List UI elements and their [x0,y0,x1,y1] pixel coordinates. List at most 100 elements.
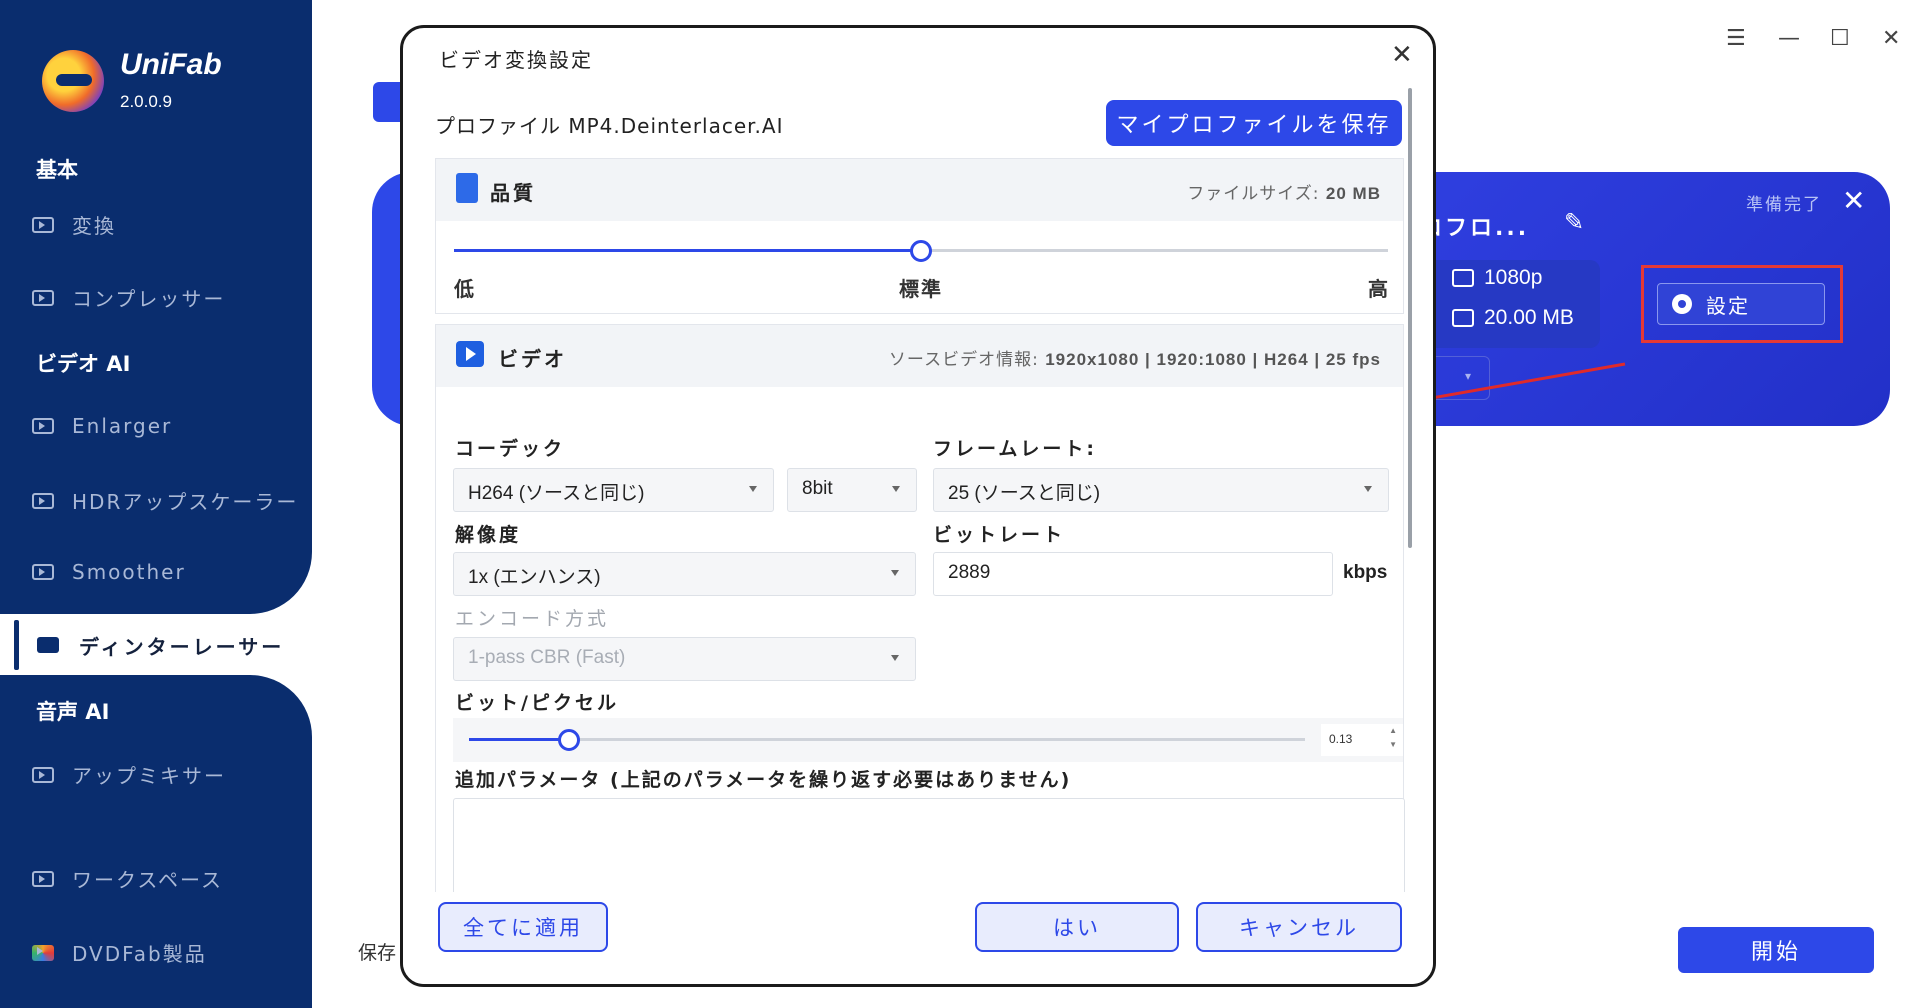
bitdepth-select[interactable]: 8bit [787,468,917,512]
bpp-spinbox[interactable]: 0.13 ▲ ▼ [1321,724,1403,756]
bpp-slider[interactable] [469,729,1305,751]
apply-all-button[interactable]: 全てに適用 [438,902,608,952]
chevron-down-icon [891,655,899,661]
sidebar-item-workspace[interactable]: ワークスペース [32,864,223,893]
video-settings-dialog: ビデオ変換設定 ✕ プロファイル MP4.Deinterlacer.AI マイプ… [400,25,1436,987]
bpp-control: 0.13 ▲ ▼ [453,718,1403,762]
deinterlacer-icon [37,637,59,653]
spin-up-icon[interactable]: ▲ [1389,726,1397,735]
extra-params-textarea[interactable] [453,798,1405,898]
edit-pen-icon[interactable]: ✎ [1564,208,1584,236]
enlarger-icon [32,418,54,434]
resolution-select[interactable]: 1x (エンハンス) [453,552,916,596]
gear-icon [1672,294,1692,314]
close-window-icon[interactable]: ✕ [1882,26,1900,51]
app-version: 2.0.0.9 [120,92,172,111]
cancel-button[interactable]: キャンセル [1196,902,1402,952]
remove-task-icon[interactable]: ✕ [1842,184,1865,217]
quality-low-label: 低 [454,277,476,301]
bitrate-unit: kbps [1343,562,1388,583]
bitrate-value: 2889 [948,562,991,583]
resolution-label: 解像度 [455,524,522,546]
yes-button[interactable]: はい [975,902,1179,952]
video-title: ビデオ [498,347,567,371]
brand-name: UniFab [120,48,222,81]
bitdepth-value: 8bit [802,478,833,499]
quality-slider-thumb[interactable] [910,240,932,262]
dialog-title: ビデオ変換設定 [439,48,593,72]
output-size: 20.00 MB [1452,306,1574,330]
codec-select[interactable]: H264 (ソースと同じ) [453,468,774,512]
sidebar-item-hdr[interactable]: HDRアップスケーラー [32,486,298,515]
active-indicator [14,620,19,670]
output-resolution[interactable]: 1080p [1452,266,1542,290]
quality-slider[interactable] [454,240,1388,262]
bitrate-input[interactable]: 2889 [933,552,1333,596]
sidebar-item-label: 変換 [72,214,116,238]
resolution-value: 1080p [1484,266,1543,289]
bpp-slider-thumb[interactable] [558,729,581,751]
file-size-label: ファイルサイズ: [1187,184,1320,204]
chevron-down-icon [749,486,757,492]
sidebar: UniFab 2.0.0.9 基本 変換 コンプレッサー ビデオ AI Enla… [0,0,312,1008]
size-value: 20.00 MB [1484,306,1574,329]
sidebar-item-convert[interactable]: 変換 [32,210,116,239]
start-button[interactable]: 開始 [1678,927,1874,973]
codec-label: コーデック [455,438,566,460]
close-icon[interactable]: ✕ [1391,40,1413,70]
status-ready: 準備完了 [1746,195,1822,215]
encode-value: 1-pass CBR (Fast) [468,647,626,668]
profile-label: プロファイル MP4.Deinterlacer.AI [435,114,784,138]
quality-header: 品質 ファイルサイズ: 20 MB [436,159,1403,221]
bitrate-label: ビットレート [933,524,1066,546]
bpp-label: ビット/ピクセル [455,692,619,714]
sidebar-item-compressor[interactable]: コンプレッサー [32,283,225,312]
video-header: ビデオ ソースビデオ情報: 1920x1080 | 1920:1080 | H2… [436,325,1403,387]
quality-title: 品質 [490,181,536,205]
dialog-scrollbar[interactable] [1408,88,1412,548]
sidebar-item-label: Enlarger [72,414,173,438]
menu-icon[interactable]: ☰ [1726,26,1746,51]
save-profile-button[interactable]: マイプロファイルを保存 [1106,100,1402,146]
file-icon [1452,309,1474,327]
sidebar-item-label: コンプレッサー [72,287,226,311]
unifab-logo-icon [42,50,104,112]
sidebar-item-deinterlacer[interactable]: ディンターレーサー [14,620,312,670]
sidebar-item-label: ワークスペース [72,868,223,892]
chevron-down-icon [892,486,900,492]
dvdfab-icon [32,944,54,961]
settings-button[interactable]: 設定 [1657,283,1825,325]
hdr-icon [32,492,54,509]
codec-value: H264 (ソースと同じ) [468,483,645,504]
encode-select: 1-pass CBR (Fast) [453,637,916,681]
sidebar-item-label: アップミキサー [72,764,226,788]
section-basic: 基本 [36,158,78,182]
upmixer-icon [32,766,54,783]
sidebar-item-label: Smoother [72,560,186,584]
source-info: ソースビデオ情報: 1920x1080 | 1920:1080 | H264 |… [889,345,1381,370]
source-info-label: ソースビデオ情報: [888,350,1039,370]
quality-high-label: 高 [1368,277,1390,301]
framerate-value: 25 (ソースと同じ) [948,483,1101,504]
monitor-icon [1452,269,1474,287]
extra-params-label: 追加パラメータ (上記のパラメータを繰り返す必要はありません) [455,769,1072,791]
framerate-select[interactable]: 25 (ソースと同じ) [933,468,1389,512]
minimize-icon[interactable]: — [1778,26,1800,51]
quality-standard-label: 標準 [899,277,943,301]
sidebar-item-smoother[interactable]: Smoother [32,560,186,584]
quality-slider-fill [454,249,921,252]
maximize-icon[interactable]: ☐ [1830,26,1850,51]
bpp-slider-fill [469,738,570,741]
sidebar-item-label: HDRアップスケーラー [72,490,299,514]
spin-down-icon[interactable]: ▼ [1389,740,1397,749]
sidebar-item-enlarger[interactable]: Enlarger [32,414,172,438]
quality-panel: 品質 ファイルサイズ: 20 MB 低 標準 高 [435,158,1404,314]
card-profile: ロフロ... [1420,216,1530,241]
sidebar-item-dvdfab[interactable]: DVDFab製品 [32,938,207,967]
sidebar-item-upmixer[interactable]: アップミキサー [32,760,226,789]
settings-label: 設定 [1706,293,1750,318]
document-icon [456,173,478,203]
section-video-ai: ビデオ AI [36,352,131,376]
chevron-down-icon [891,570,899,576]
source-info-value: 1920x1080 | 1920:1080 | H264 | 25 fps [1045,350,1381,369]
